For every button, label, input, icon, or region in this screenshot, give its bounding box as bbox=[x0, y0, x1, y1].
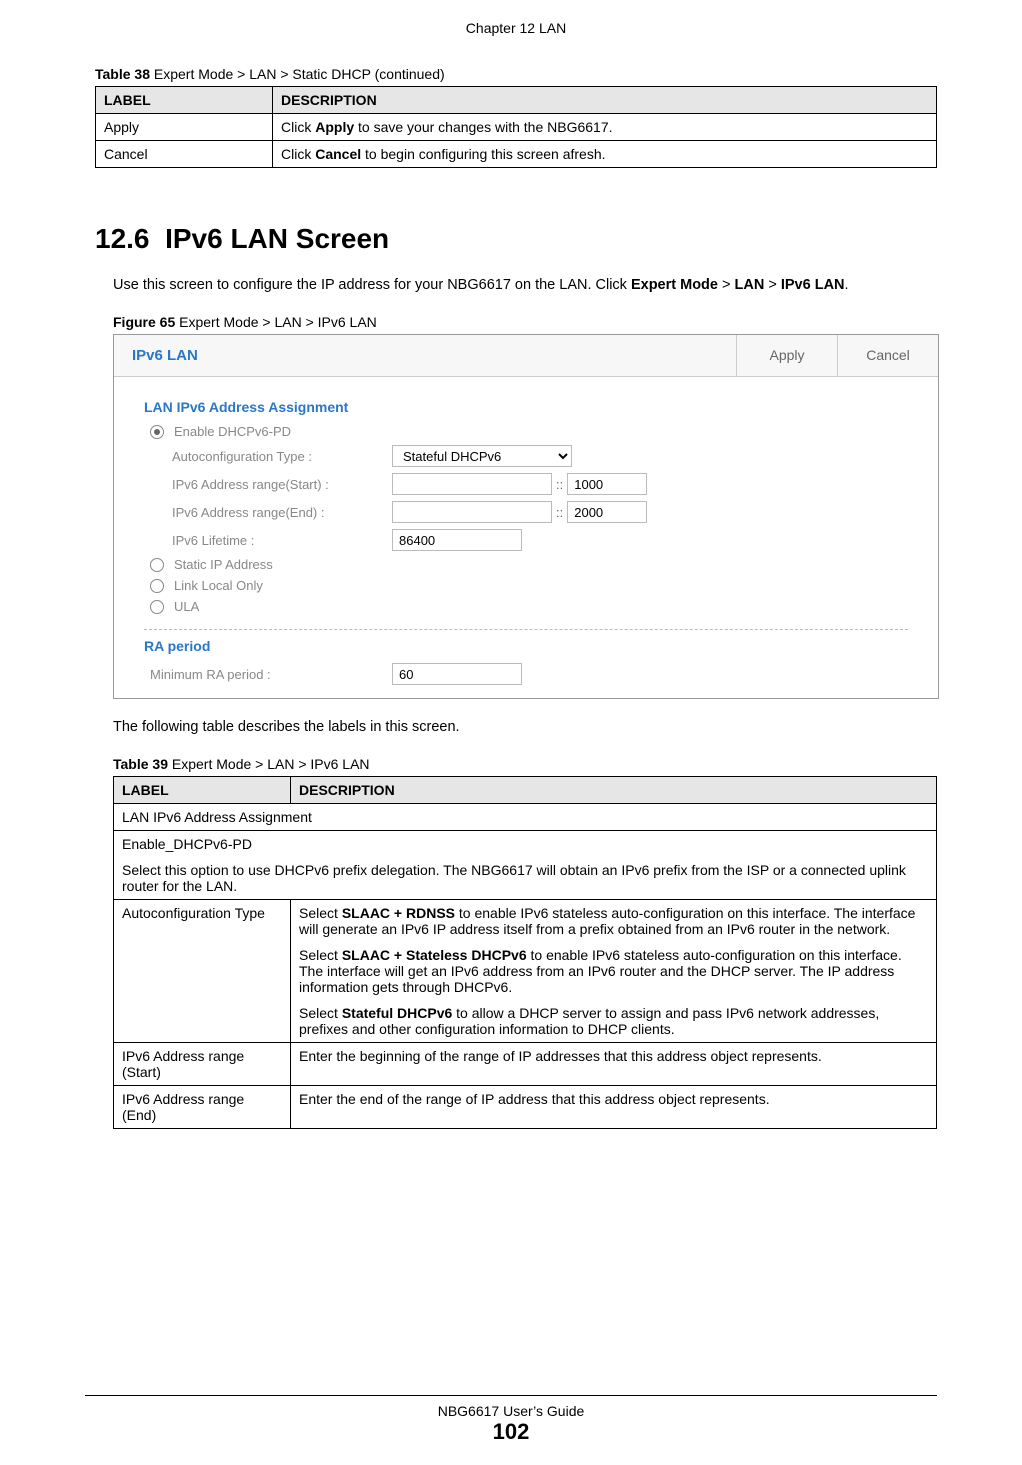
cancel-button[interactable]: Cancel bbox=[837, 335, 938, 376]
table39-span2: Enable_DHCPv6-PD Select this option to u… bbox=[114, 831, 937, 900]
apply-button[interactable]: Apply bbox=[736, 335, 837, 376]
field-label: IPv6 Address range(Start) : bbox=[172, 477, 392, 492]
radio-link-local-only[interactable]: Link Local Only bbox=[144, 575, 908, 596]
table-row: IPv6 Address range (Start) Enter the beg… bbox=[114, 1043, 937, 1086]
field-label: Minimum RA period : bbox=[150, 667, 392, 682]
ipv6-lifetime-row: IPv6 Lifetime : bbox=[144, 526, 908, 554]
after-panel-text: The following table describes the labels… bbox=[113, 717, 937, 738]
table39-head-desc: DESCRIPTION bbox=[291, 777, 937, 804]
table-row: IPv6 Address range (End) Enter the end o… bbox=[114, 1086, 937, 1129]
ipv6-lifetime-input[interactable] bbox=[392, 529, 522, 551]
field-label: IPv6 Lifetime : bbox=[172, 533, 392, 548]
ipv6-range-start-suffix[interactable] bbox=[567, 473, 647, 495]
section-intro: Use this screen to configure the IP addr… bbox=[113, 275, 937, 296]
table-row: Cancel Click Cancel to begin configuring… bbox=[96, 141, 937, 168]
table38-head-desc: DESCRIPTION bbox=[273, 87, 937, 114]
table38-caption-rest: Expert Mode > LAN > Static DHCP (continu… bbox=[150, 66, 445, 82]
radio-enable-dhcpv6-pd[interactable]: Enable DHCPv6-PD bbox=[144, 421, 908, 442]
footer-guide: NBG6617 User’s Guide bbox=[85, 1403, 937, 1419]
field-label: IPv6 Address range(End) : bbox=[172, 505, 392, 520]
table39-range-start-label: IPv6 Address range (Start) bbox=[114, 1043, 291, 1086]
table38-row1-label: Cancel bbox=[96, 141, 273, 168]
table-row: Enable_DHCPv6-PD Select this option to u… bbox=[114, 831, 937, 900]
min-ra-period-row: Minimum RA period : bbox=[144, 660, 908, 688]
ipv6-range-end-prefix[interactable] bbox=[392, 501, 552, 523]
panel-title: IPv6 LAN bbox=[114, 335, 216, 376]
autoconfiguration-type-row: Autoconfiguration Type : Stateful DHCPv6 bbox=[144, 442, 908, 470]
ipv6-range-start-row: IPv6 Address range(Start) : :: bbox=[144, 470, 908, 498]
chapter-header: Chapter 12 LAN bbox=[95, 20, 937, 36]
radio-icon bbox=[150, 600, 164, 614]
table39-range-end-desc: Enter the end of the range of IP address… bbox=[291, 1086, 937, 1129]
table39: LABEL DESCRIPTION LAN IPv6 Address Assig… bbox=[113, 776, 937, 1129]
table38-row0-desc: Click Apply to save your changes with th… bbox=[273, 114, 937, 141]
panel-section-title: RA period bbox=[144, 638, 908, 654]
figure-caption: Figure 65 Expert Mode > LAN > IPv6 LAN bbox=[113, 314, 937, 330]
ipv6-range-end-suffix[interactable] bbox=[567, 501, 647, 523]
colon-separator: :: bbox=[556, 477, 563, 492]
table39-range-end-label: IPv6 Address range (End) bbox=[114, 1086, 291, 1129]
ipv6-lan-panel: IPv6 LAN Apply Cancel LAN IPv6 Address A… bbox=[113, 334, 939, 699]
radio-ula[interactable]: ULA bbox=[144, 596, 908, 617]
divider bbox=[144, 629, 908, 630]
ipv6-range-start-prefix[interactable] bbox=[392, 473, 552, 495]
section-heading: 12.6 IPv6 LAN Screen bbox=[95, 223, 937, 255]
autoconfiguration-type-select[interactable]: Stateful DHCPv6 bbox=[392, 445, 572, 467]
radio-icon bbox=[150, 579, 164, 593]
table-row: Autoconfiguration Type Select SLAAC + RD… bbox=[114, 900, 937, 1043]
table38-caption: Table 38 Expert Mode > LAN > Static DHCP… bbox=[95, 66, 937, 82]
radio-static-ip[interactable]: Static IP Address bbox=[144, 554, 908, 575]
radio-icon bbox=[150, 558, 164, 572]
table-row: Apply Click Apply to save your changes w… bbox=[96, 114, 937, 141]
table39-autoconf-label: Autoconfiguration Type bbox=[114, 900, 291, 1043]
table39-range-start-desc: Enter the beginning of the range of IP a… bbox=[291, 1043, 937, 1086]
table39-caption: Table 39 Expert Mode > LAN > IPv6 LAN bbox=[113, 756, 937, 772]
table-row: LAN IPv6 Address Assignment bbox=[114, 804, 937, 831]
table38-caption-label: Table 38 bbox=[95, 66, 150, 82]
radio-icon bbox=[150, 425, 164, 439]
table38-head-label: LABEL bbox=[96, 87, 273, 114]
table38-row0-label: Apply bbox=[96, 114, 273, 141]
min-ra-period-input[interactable] bbox=[392, 663, 522, 685]
colon-separator: :: bbox=[556, 505, 563, 520]
footer-rule bbox=[85, 1395, 937, 1396]
panel-section-title: LAN IPv6 Address Assignment bbox=[144, 399, 908, 415]
table39-span1: LAN IPv6 Address Assignment bbox=[114, 804, 937, 831]
table38-row1-desc: Click Cancel to begin configuring this s… bbox=[273, 141, 937, 168]
footer-page-number: 102 bbox=[85, 1419, 937, 1445]
table39-head-label: LABEL bbox=[114, 777, 291, 804]
field-label: Autoconfiguration Type : bbox=[172, 449, 392, 464]
table39-autoconf-desc: Select SLAAC + RDNSS to enable IPv6 stat… bbox=[291, 900, 937, 1043]
table38: LABEL DESCRIPTION Apply Click Apply to s… bbox=[95, 86, 937, 168]
ipv6-range-end-row: IPv6 Address range(End) : :: bbox=[144, 498, 908, 526]
